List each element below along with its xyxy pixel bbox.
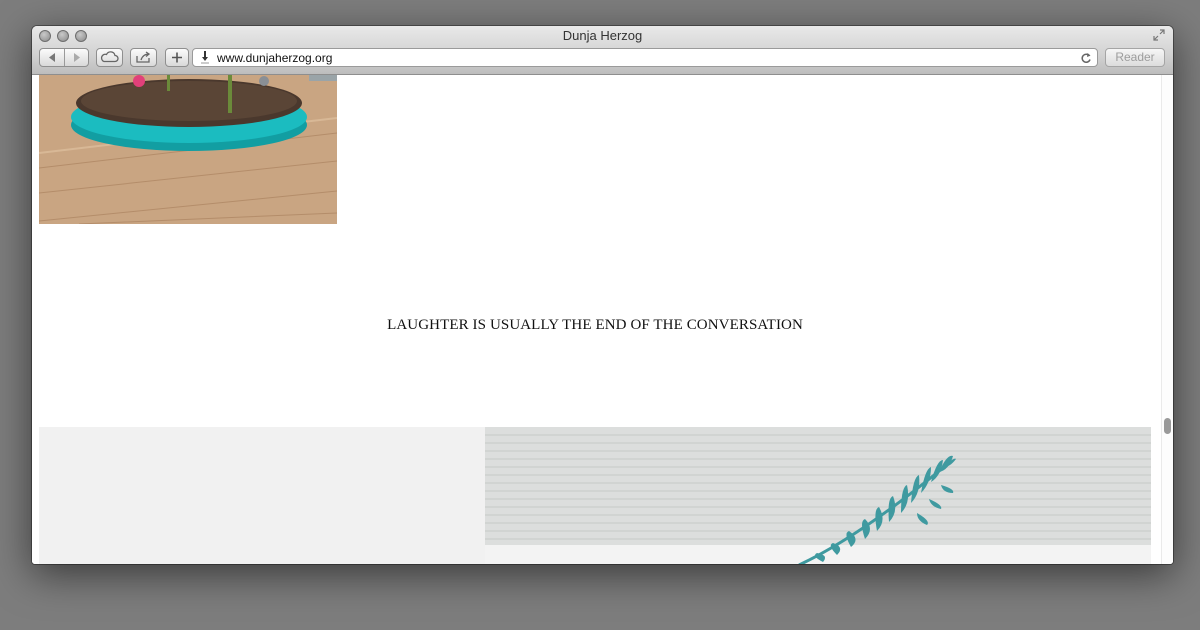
scrollbar-thumb[interactable]	[1164, 418, 1171, 434]
plus-icon	[172, 52, 182, 63]
reader-button[interactable]: Reader	[1105, 48, 1165, 67]
vertical-scrollbar[interactable]	[1161, 75, 1173, 564]
back-arrow-icon	[49, 53, 55, 62]
download-icon[interactable]	[200, 50, 210, 65]
window-title: Dunja Herzog	[562, 28, 643, 43]
back-forward-buttons	[39, 48, 89, 67]
reload-icon[interactable]	[1079, 51, 1093, 65]
share-icon	[136, 51, 151, 63]
icloud-tabs-button[interactable]	[96, 48, 123, 67]
address-bar[interactable]: www.dunjaherzog.org	[192, 48, 1098, 67]
page-headline: LAUGHTER IS USUALLY THE END OF THE CONVE…	[387, 317, 803, 333]
page-content: LAUGHTER IS USUALLY THE END OF THE CONVE…	[32, 75, 1173, 564]
url-text[interactable]: www.dunjaherzog.org	[217, 51, 332, 65]
back-button[interactable]	[40, 49, 65, 66]
browser-window: Dunja Herzog www.dunjaherzog.org Reader …	[32, 26, 1173, 564]
forward-arrow-icon	[74, 53, 80, 62]
cloud-icon	[100, 51, 119, 63]
share-button[interactable]	[130, 48, 157, 67]
forward-button[interactable]	[65, 49, 89, 66]
artwork-photo-tray[interactable]	[39, 75, 337, 224]
fullscreen-icon[interactable]	[1153, 29, 1165, 41]
artwork-photo-leaves[interactable]	[39, 427, 1151, 564]
title-bar: Dunja Herzog www.dunjaherzog.org Reader	[32, 26, 1173, 75]
new-tab-button[interactable]	[165, 48, 189, 67]
